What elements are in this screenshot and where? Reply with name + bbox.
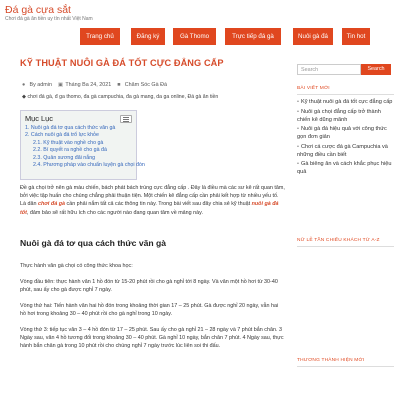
recent-post-link[interactable]: Kỹ thuật nuôi gà đá tốt cực đẳng cấp — [301, 99, 392, 105]
toc-list: 1. Nuôi gà đá tơ qua cách thức văn gà 2.… — [25, 125, 145, 169]
intro-text: cần phải nắm tất cả các thông tin này. T… — [65, 201, 252, 208]
recent-post-item[interactable]: • Gà biêng ăn và cách khắc phục hiệu quả — [297, 160, 394, 176]
bullet-icon: • — [297, 143, 299, 150]
recent-post-item[interactable]: • Nuôi gà đá hiệu quả với công thức gọn đ… — [297, 125, 394, 141]
table-of-contents: Mục Lục 1. Nuôi gà đá tơ qua cách thức v… — [20, 110, 145, 180]
recent-posts-list: • Kỹ thuật nuôi gà đá tốt cực đẳng cấp • N… — [297, 98, 394, 178]
main-nav: Trang chủ Đăng ký Gà Thomo Trực tiếp đá … — [80, 28, 370, 45]
recent-post-item[interactable]: • Chơi cá cược đá gà Campuchia và những đ… — [297, 143, 394, 159]
recent-post-link[interactable]: Nuôi gà chọi đẳng cấp trở thành chiến kê… — [297, 109, 381, 123]
tag-icon: ◆ — [22, 94, 26, 100]
post-author[interactable]: By admin — [30, 82, 52, 88]
paragraph: Vòng thứ hai: Tiến hành văn hai hồ đón t… — [20, 303, 279, 318]
intro-text: , đảm bảo sẽ rất hữu ích cho các người n… — [26, 209, 203, 216]
toc-item[interactable]: 2.1. Kỹ thuật vào nghề cho gà — [25, 140, 145, 147]
bullet-icon: • — [297, 126, 299, 133]
widget-heading: NỮ LỄ TẦN CHIẾU KHÁCH TỪ A-Z — [297, 238, 380, 243]
search-button[interactable]: Search — [361, 64, 391, 75]
toc-item[interactable]: 2. Cách nuôi gà đá trổ lực khỏe — [25, 132, 145, 139]
recent-post-link[interactable]: Gà biêng ăn và cách khắc phục hiệu quả — [297, 161, 391, 175]
recent-post-link[interactable]: Nuôi gà đá hiệu quả với công thức gọn đơ… — [297, 126, 387, 140]
divider — [297, 94, 394, 95]
post-meta: ● By admin ▣ Tháng Ba 24, 2021 ■ Chăm Só… — [22, 82, 167, 88]
search-input[interactable]: Search — [297, 64, 361, 75]
intro-link[interactable]: chơi đá gà — [38, 201, 65, 207]
post-date: Tháng Ba 24, 2021 — [65, 82, 112, 88]
site-title[interactable]: Đá gà cựa sắt — [5, 4, 71, 16]
comments-heading: THƯƠNG THÀNH HIỆN MỚI — [297, 358, 365, 363]
toc-item[interactable]: 2.2. Bí quyết ra nghề cho gà đá — [25, 147, 145, 154]
toc-heading: Mục Lục — [25, 114, 53, 123]
paragraph: Vòng thứ 3: tiếp tục văn 3 – 4 hồ đón từ… — [20, 327, 284, 350]
calendar-icon: ▣ — [57, 82, 64, 88]
toc-item[interactable]: 2.3. Quản sương đãi nắng — [25, 155, 145, 162]
site-description: Chơi đá gà ăn tiền uy tín nhất Việt Nam — [5, 16, 93, 22]
user-icon: ● — [22, 82, 26, 88]
bullet-icon: • — [297, 108, 299, 115]
recent-post-item[interactable]: • Nuôi gà chọi đẳng cấp trở thành chiến k… — [297, 108, 394, 124]
nav-item-ga-thomo[interactable]: Gà Thomo — [173, 28, 216, 45]
post-category[interactable]: Chăm Sóc Gà Đá — [125, 82, 167, 88]
site-header: Đá gà cựa sắt Chơi đá gà ăn tiền uy tín … — [0, 0, 400, 58]
post-tags: ◆ chơi đá gà, đ ga thomo, đa gà campuchi… — [22, 94, 218, 100]
post-tags-text[interactable]: chơi đá gà, đ ga thomo, đa gà campuchia,… — [27, 94, 218, 100]
recent-posts-heading: BÀI VIẾT MỚI — [297, 86, 330, 91]
paragraph: Thực hành văn gà chọi có công thức khoa … — [20, 263, 133, 269]
paragraph: Vòng đầu tiên: thực hành văn 1 hồ đón từ… — [20, 279, 278, 294]
bullet-icon: • — [297, 99, 299, 105]
toc-toggle-button[interactable] — [120, 115, 132, 123]
section-heading: Nuôi gà đá tơ qua cách thức văn gà — [20, 238, 167, 248]
nav-item-register[interactable]: Đăng ký — [131, 28, 165, 45]
folder-icon: ■ — [117, 82, 121, 88]
nav-item-news[interactable]: Tin hot — [342, 28, 370, 45]
recent-post-link[interactable]: Chơi cá cược đá gà Campuchia và những đi… — [297, 144, 388, 158]
nav-item-live[interactable]: Trực tiếp đá gà — [225, 28, 281, 45]
divider — [297, 246, 394, 247]
post-title: KỸ THUẬT NUÔI GÀ ĐÁ TỐT CỰC ĐẲNG CẤP — [20, 58, 224, 68]
nav-item-raise[interactable]: Nuôi gà đá — [293, 28, 333, 45]
nav-item-home[interactable]: Trang chủ — [80, 28, 120, 45]
recent-post-item[interactable]: • Kỹ thuật nuôi gà đá tốt cực đẳng cấp — [297, 98, 394, 106]
divider — [297, 366, 394, 367]
toc-item[interactable]: 2.4. Phương pháp vào chuẩn luyện gà chọi… — [25, 162, 145, 169]
bullet-icon: • — [297, 161, 299, 168]
intro-paragraph: Đề gà chọi trở nên gà màu chiến, bách ph… — [20, 184, 285, 217]
